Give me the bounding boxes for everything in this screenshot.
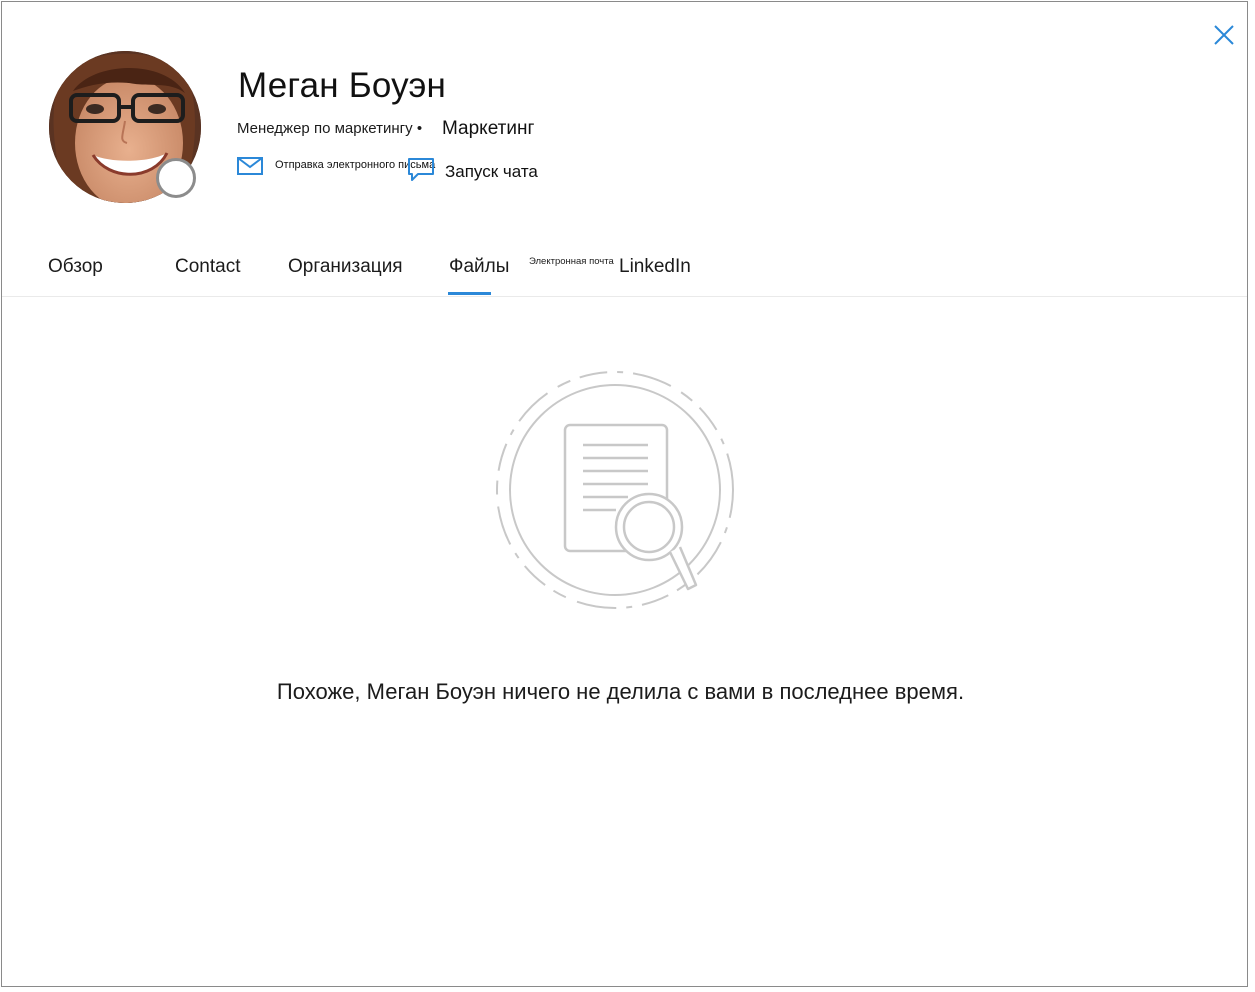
job-title: Менеджер по маркетингу •	[237, 120, 423, 137]
profile-name: Меган Боуэн	[238, 66, 447, 105]
empty-files-message: Похоже, Меган Боуэн ничего не делила с в…	[276, 679, 965, 704]
mail-icon	[237, 157, 263, 175]
tab-overview[interactable]: Обзор	[48, 256, 103, 278]
profile-card: Меган Боуэн Менеджер по маркетингу • Мар…	[1, 1, 1248, 987]
start-chat-label: Запуск чата	[445, 162, 538, 181]
presence-indicator	[156, 158, 196, 198]
close-icon	[1214, 25, 1234, 45]
tab-organization[interactable]: Организация	[288, 256, 403, 278]
chat-icon	[408, 158, 434, 181]
tab-files[interactable]: Файлы	[449, 256, 509, 278]
send-email-action[interactable]: Отправка электронного письма	[237, 157, 435, 181]
close-button[interactable]	[1207, 18, 1241, 52]
tab-bar: Обзор Contact Организация Файлы Электрон…	[2, 242, 1247, 298]
tab-contact[interactable]: Contact	[175, 256, 240, 278]
tab-linkedin[interactable]: LinkedIn	[619, 256, 691, 278]
active-tab-indicator	[448, 292, 491, 295]
tab-email[interactable]: Электронная почта	[529, 256, 614, 267]
department[interactable]: Маркетинг	[442, 118, 534, 140]
document-search-icon	[496, 371, 734, 609]
tab-divider	[2, 296, 1247, 297]
